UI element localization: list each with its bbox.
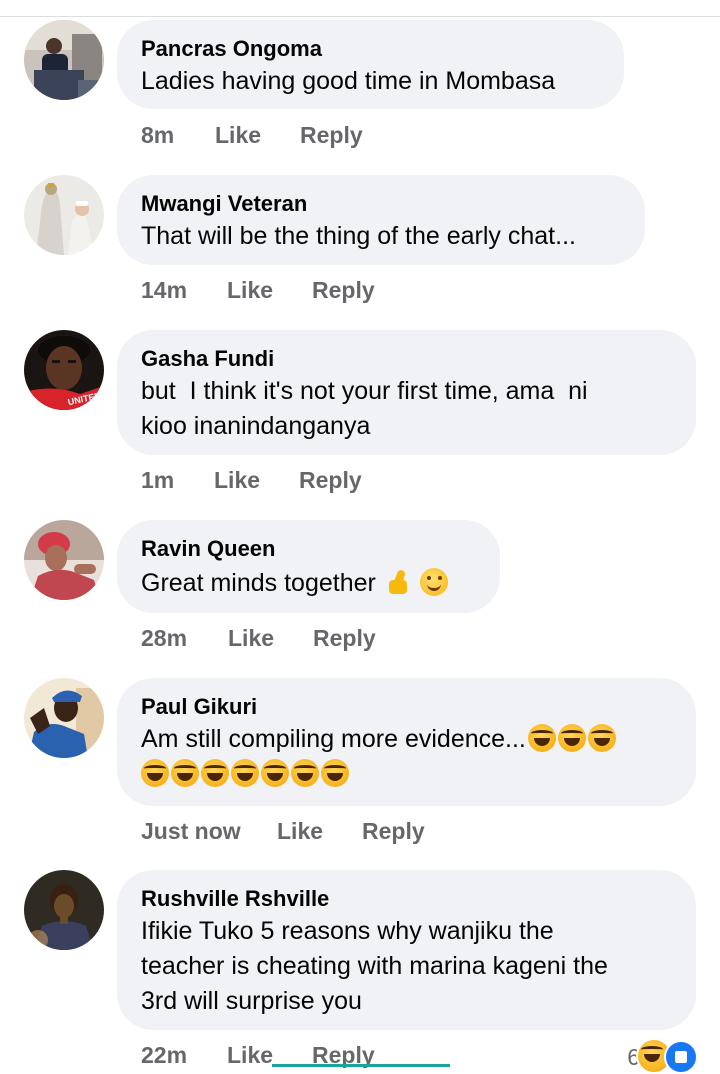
like-button[interactable]: Like bbox=[228, 625, 274, 652]
comment-text: Great minds together bbox=[141, 564, 474, 601]
like-button[interactable]: Like bbox=[227, 277, 273, 304]
avatar[interactable] bbox=[24, 678, 104, 758]
reply-button[interactable]: Reply bbox=[312, 277, 375, 304]
footballer-avatar-icon: UNITED bbox=[24, 330, 104, 410]
comment-bubble[interactable]: Pancras Ongoma Ladies having good time i… bbox=[117, 20, 624, 109]
like-reaction-icon bbox=[664, 1040, 698, 1074]
comment-text: Ladies having good time in Mombasa bbox=[141, 67, 556, 95]
rolling-on-floor-laughing-icon bbox=[557, 724, 586, 752]
rolling-on-floor-laughing-icon bbox=[587, 724, 616, 752]
comment-text-line: 3rd will surprise you bbox=[141, 987, 362, 1015]
comment-timestamp[interactable]: 8m bbox=[141, 122, 174, 149]
comment-text-line: but I think it's not your first time, am… bbox=[141, 377, 588, 405]
reply-button[interactable]: Reply bbox=[299, 467, 362, 494]
comment-bubble[interactable]: Gasha Fundi but I think it's not your fi… bbox=[117, 330, 696, 455]
rolling-on-floor-laughing-icon bbox=[321, 759, 349, 787]
thumbs-up-icon bbox=[385, 568, 411, 596]
comment-author[interactable]: Pancras Ongoma bbox=[141, 34, 598, 64]
avatar[interactable] bbox=[24, 175, 104, 255]
comment-text-line bbox=[141, 757, 670, 792]
comment-timestamp[interactable]: 14m bbox=[141, 277, 187, 304]
avatar[interactable] bbox=[24, 870, 104, 950]
man-with-cap-avatar-icon bbox=[24, 678, 104, 758]
reaction-summary[interactable]: 6 bbox=[578, 1038, 698, 1074]
reply-button[interactable]: Reply bbox=[362, 818, 425, 845]
comment-timestamp[interactable]: Just now bbox=[141, 818, 241, 845]
avatar[interactable]: UNITED bbox=[24, 330, 104, 410]
comment-timestamp[interactable]: 1m bbox=[141, 467, 174, 494]
like-button[interactable]: Like bbox=[214, 467, 260, 494]
statue-and-pope-avatar-icon bbox=[24, 175, 104, 255]
like-button[interactable]: Like bbox=[215, 122, 261, 149]
rolling-on-floor-laughing-icon bbox=[201, 759, 229, 787]
comment-text-line: teacher is cheating with marina kageni t… bbox=[141, 952, 608, 980]
rolling-on-floor-laughing-icon bbox=[231, 759, 259, 787]
comment-text-line: Ifikie Tuko 5 reasons why wanjiku the bbox=[141, 917, 554, 945]
rolling-on-floor-laughing-icon bbox=[141, 759, 169, 787]
comment-author[interactable]: Rushville Rshville bbox=[141, 884, 670, 914]
comment-bubble[interactable]: Ravin Queen Great minds together bbox=[117, 520, 500, 613]
comment-author[interactable]: Mwangi Veteran bbox=[141, 189, 619, 219]
comment-text-content: Great minds together bbox=[141, 569, 376, 597]
top-divider bbox=[0, 16, 720, 17]
woman-dark-portrait-avatar-icon bbox=[24, 870, 104, 950]
comment-author[interactable]: Ravin Queen bbox=[141, 534, 474, 564]
comment-text-line: kioo inanindanganya bbox=[141, 412, 371, 440]
comment-bubble[interactable]: Mwangi Veteran That will be the thing of… bbox=[117, 175, 645, 265]
reply-button[interactable]: Reply bbox=[313, 625, 376, 652]
rolling-on-floor-laughing-icon bbox=[291, 759, 319, 787]
rolling-on-floor-laughing-icon bbox=[261, 759, 289, 787]
smiling-face-icon bbox=[419, 568, 448, 596]
reply-button[interactable]: Reply bbox=[300, 122, 363, 149]
comment-author[interactable]: Gasha Fundi bbox=[141, 344, 670, 374]
comment-text-line: Am still compiling more evidence... bbox=[141, 722, 670, 757]
comment-bubble[interactable]: Rushville Rshville Ifikie Tuko 5 reasons… bbox=[117, 870, 696, 1030]
rolling-on-floor-laughing-icon bbox=[171, 759, 199, 787]
comment-timestamp[interactable]: 28m bbox=[141, 625, 187, 652]
comment-author[interactable]: Paul Gikuri bbox=[141, 692, 670, 722]
comment-text-content: Am still compiling more evidence... bbox=[141, 725, 526, 753]
scroll-indicator-bar bbox=[272, 1064, 450, 1067]
like-button[interactable]: Like bbox=[227, 1042, 273, 1069]
rolling-on-floor-laughing-icon bbox=[527, 724, 556, 752]
woman-red-hair-avatar-icon bbox=[24, 520, 104, 600]
avatar[interactable] bbox=[24, 520, 104, 600]
comment-bubble[interactable]: Paul Gikuri Am still compiling more evid… bbox=[117, 678, 696, 806]
person-at-podium-avatar-icon bbox=[24, 20, 104, 100]
comment-timestamp[interactable]: 22m bbox=[141, 1042, 187, 1069]
avatar[interactable] bbox=[24, 20, 104, 100]
like-button[interactable]: Like bbox=[277, 818, 323, 845]
comment-text: That will be the thing of the early chat… bbox=[141, 222, 576, 250]
